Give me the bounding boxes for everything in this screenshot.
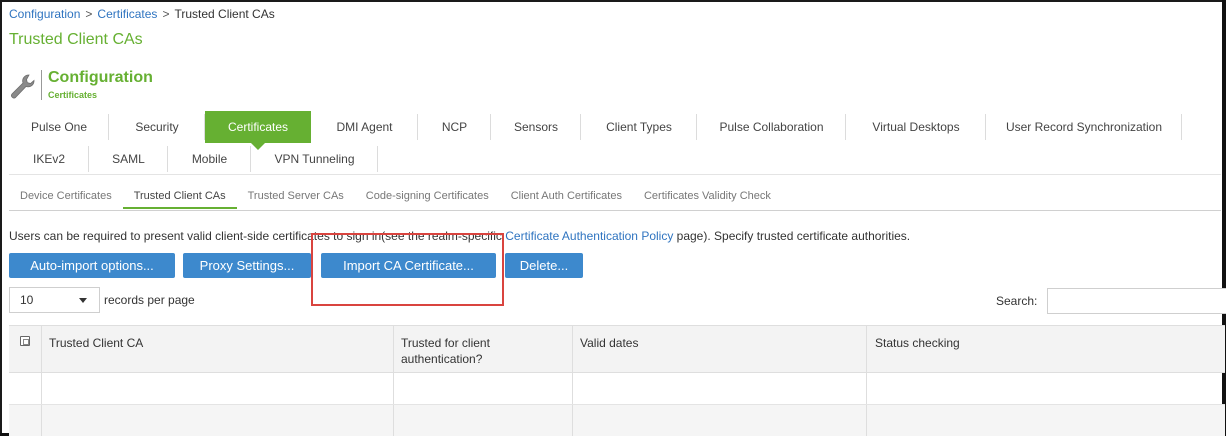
column-divider <box>393 373 394 404</box>
column-header-trusted-client-ca[interactable]: Trusted Client CA <box>49 335 143 351</box>
table-header: Trusted Client CA Trusted for client aut… <box>9 325 1225 373</box>
info-suffix: page). Specify trusted certificate autho… <box>673 229 911 243</box>
page-title: Trusted Client CAs <box>9 31 143 48</box>
tab-label: DMI Agent <box>336 120 393 134</box>
tab-label: Sensors <box>513 120 559 134</box>
tab-sensors[interactable]: Sensors <box>491 111 581 143</box>
subtabs: Device Certificates Trusted Client CAs T… <box>9 185 782 211</box>
breadcrumb-separator: > <box>162 7 170 21</box>
column-divider <box>41 373 42 404</box>
breadcrumb-certificates[interactable]: Certificates <box>97 7 157 21</box>
tab-security[interactable]: Security <box>109 111 205 143</box>
search-input[interactable] <box>1047 288 1226 314</box>
breadcrumb-configuration[interactable]: Configuration <box>9 7 80 21</box>
chevron-down-icon <box>79 298 87 303</box>
subtab-device-certificates[interactable]: Device Certificates <box>9 185 123 209</box>
records-per-page-value: 10 <box>20 293 34 307</box>
tabs-row-1: Pulse One Security Certificates DMI Agen… <box>9 111 1182 150</box>
search-label: Search: <box>996 294 1038 308</box>
subtab-certificates-validity-check[interactable]: Certificates Validity Check <box>633 185 782 209</box>
section-divider <box>41 70 42 100</box>
subtab-client-auth-certificates[interactable]: Client Auth Certificates <box>500 185 633 209</box>
proxy-settings-button[interactable]: Proxy Settings... <box>183 253 311 278</box>
breadcrumb-separator: > <box>85 7 93 21</box>
info-prefix: Users can be required to present valid c… <box>9 229 506 243</box>
column-header-valid-dates[interactable]: Valid dates <box>580 335 638 351</box>
tab-ncp[interactable]: NCP <box>418 111 491 143</box>
column-divider <box>572 373 573 404</box>
breadcrumb-current: Trusted Client CAs <box>174 7 275 21</box>
column-header-status-checking[interactable]: Status checking <box>875 335 960 351</box>
tab-label: Client Types <box>606 120 672 134</box>
info-text: Users can be required to present valid c… <box>9 229 910 243</box>
tab-label: Virtual Desktops <box>872 120 960 134</box>
column-divider <box>866 326 867 372</box>
tab-label: Pulse One <box>30 120 88 134</box>
tab-label: IKEv2 <box>32 152 65 166</box>
column-divider <box>41 326 42 372</box>
tab-label: Pulse Collaboration <box>719 120 824 134</box>
tab-label: NCP <box>441 120 468 134</box>
certificate-auth-policy-link[interactable]: Certificate Authentication Policy <box>505 229 673 243</box>
column-header-trusted-for-client-auth[interactable]: Trusted for client authentication? <box>401 335 571 367</box>
tab-virtual-desktops[interactable]: Virtual Desktops <box>846 111 986 143</box>
tab-label: VPN Tunneling <box>274 152 355 166</box>
select-all-checkbox[interactable] <box>20 336 30 346</box>
tab-label: Certificates <box>227 120 289 134</box>
records-per-page-select[interactable]: 10 <box>9 287 100 313</box>
tab-label: Mobile <box>191 152 228 166</box>
subtab-trusted-client-cas[interactable]: Trusted Client CAs <box>122 185 237 209</box>
column-divider <box>393 405 394 436</box>
tab-ikev2[interactable]: IKEv2 <box>9 143 89 175</box>
import-ca-certificate-button[interactable]: Import CA Certificate... <box>321 253 496 278</box>
column-divider <box>866 373 867 404</box>
subtab-trusted-server-cas[interactable]: Trusted Server CAs <box>237 185 355 209</box>
tab-label: SAML <box>112 152 145 166</box>
subtabs-divider <box>9 210 1221 211</box>
trusted-client-ca-table: Trusted Client CA Trusted for client aut… <box>9 325 1225 436</box>
tab-vpn-tunneling[interactable]: VPN Tunneling <box>251 143 378 175</box>
wrench-icon <box>11 74 35 99</box>
column-divider <box>572 326 573 372</box>
tabs-row-2: IKEv2 SAML Mobile VPN Tunneling <box>9 143 378 175</box>
table-row <box>9 405 1225 436</box>
records-per-page-label: records per page <box>104 293 195 307</box>
tab-label: Security <box>135 120 179 134</box>
tab-dmi-agent[interactable]: DMI Agent <box>311 111 418 143</box>
column-divider <box>393 326 394 372</box>
subtab-code-signing-certificates[interactable]: Code-signing Certificates <box>355 185 500 209</box>
delete-button[interactable]: Delete... <box>505 253 583 278</box>
column-divider <box>866 405 867 436</box>
tab-mobile[interactable]: Mobile <box>168 143 251 175</box>
tab-saml[interactable]: SAML <box>89 143 168 175</box>
tab-label: User Record Synchronization <box>1005 120 1163 134</box>
breadcrumb: Configuration > Certificates > Trusted Clien… <box>9 7 275 21</box>
tab-pulse-collaboration[interactable]: Pulse Collaboration <box>697 111 846 143</box>
column-divider <box>41 405 42 436</box>
table-row <box>9 373 1225 405</box>
section-subtitle: Certificates <box>48 90 98 100</box>
tab-certificates[interactable]: Certificates <box>205 111 311 150</box>
tab-pulse-one[interactable]: Pulse One <box>9 111 109 143</box>
tabs-divider <box>9 174 1221 175</box>
tab-user-record-synchronization[interactable]: User Record Synchronization <box>986 111 1182 143</box>
section-title: Configuration <box>48 69 153 86</box>
tab-client-types[interactable]: Client Types <box>581 111 697 143</box>
column-divider <box>572 405 573 436</box>
auto-import-options-button[interactable]: Auto-import options... <box>9 253 175 278</box>
